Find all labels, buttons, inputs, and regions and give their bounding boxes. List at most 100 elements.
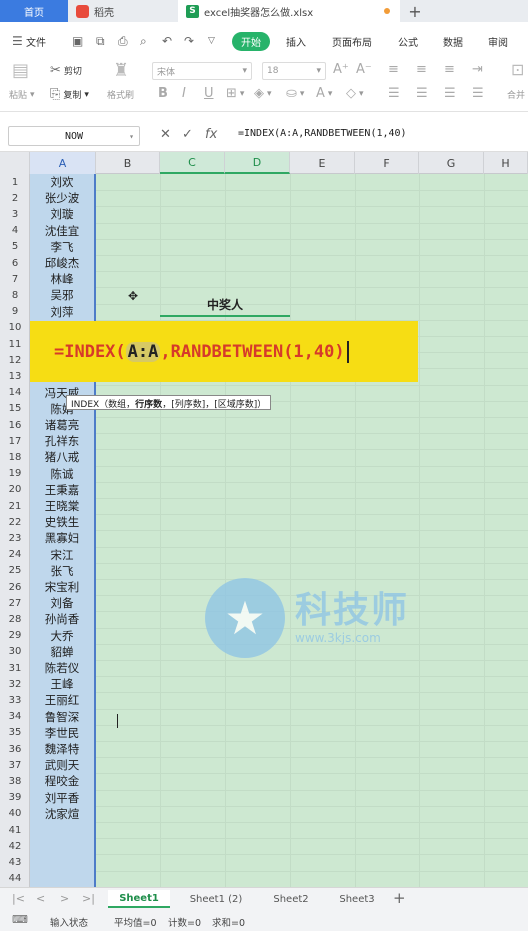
tab-insert[interactable]: 插入 [286,30,306,52]
preview-icon[interactable]: ⌕ [140,30,147,52]
font-size-select[interactable]: 18 ▾ [262,62,326,80]
sheet-tab-sheet1-2[interactable]: Sheet1 (2) [180,890,252,908]
column-header-c[interactable]: C [160,152,225,174]
font-color-icon[interactable]: A ▾ [316,86,332,101]
font-shrink-icon[interactable]: A⁻ [356,62,372,77]
tab-review[interactable]: 审阅 [488,30,508,52]
name-cell[interactable]: 张少波 [30,190,94,206]
row-header[interactable]: 18 [0,449,30,465]
name-cell[interactable]: 孔祥东 [30,433,94,449]
fill-color-icon[interactable]: ◈ ▾ [254,86,272,101]
row-header[interactable]: 29 [0,628,30,644]
row-header[interactable]: 37 [0,757,30,773]
column-header-g[interactable]: G [419,152,484,174]
column-header-b[interactable]: B [96,152,160,174]
print-icon[interactable]: ⎙ [118,30,128,52]
tab-data[interactable]: 数据 [443,30,463,52]
row-header[interactable]: 3 [0,206,30,222]
row-header[interactable]: 35 [0,725,30,741]
quick-access-dropdown-icon[interactable]: ▽ [208,30,215,52]
row-header[interactable]: 10 [0,320,30,336]
row-header[interactable]: 20 [0,482,30,498]
name-cell[interactable]: 猪八戒 [30,449,94,465]
paste-icon[interactable]: ▤ [12,60,29,81]
name-cell[interactable]: 史铁生 [30,514,94,530]
name-cell[interactable]: 张飞 [30,563,94,579]
name-cell[interactable]: 武则天 [30,757,94,773]
first-sheet-icon[interactable]: |< [12,892,25,905]
align-center-icon[interactable]: ☰ [416,86,428,101]
row-header[interactable]: 4 [0,223,30,239]
name-cell[interactable]: 林峰 [30,271,94,287]
row-header[interactable]: 26 [0,579,30,595]
sheet-tab-sheet3[interactable]: Sheet3 [328,890,386,908]
sheet-tab-sheet1[interactable]: Sheet1 [108,890,170,908]
name-cell[interactable]: 宋宝利 [30,579,94,595]
row-header[interactable]: 44 [0,871,30,887]
row-header[interactable]: 22 [0,514,30,530]
sheet-tab-sheet2[interactable]: Sheet2 [262,890,320,908]
row-header[interactable]: 38 [0,773,30,789]
row-header[interactable]: 14 [0,385,30,401]
prev-sheet-icon[interactable]: < [36,892,45,905]
row-header[interactable]: 40 [0,806,30,822]
column-a-names[interactable]: 刘欢 张少波 刘璇 沈佳宜 李飞 邱峻杰 林峰 吴邪 刘萍 冯天威 陈娟 诸葛亮 孔祥东 猪八戒 陈诚 王秉嘉… [30,174,96,887]
name-cell[interactable]: 程咬金 [30,773,94,789]
paint-bucket-icon[interactable]: ⛀ ▾ [286,86,304,101]
name-cell[interactable]: 大乔 [30,628,94,644]
row-header[interactable]: 15 [0,401,30,417]
tab-file[interactable]: S excel抽奖器怎么做.xlsx [178,0,400,22]
name-cell[interactable]: 李世民 [30,725,94,741]
name-cell[interactable]: 刘平香 [30,790,94,806]
name-box[interactable]: NOW ▾ [8,126,140,146]
align-middle-icon[interactable]: ≡ [416,62,427,77]
align-right-icon[interactable]: ☰ [444,86,456,101]
formula-input[interactable]: =INDEX(A:A,RANDBETWEEN(1,40) [238,128,407,139]
column-header-h[interactable]: H [484,152,528,174]
column-header-a[interactable]: A [30,152,96,174]
row-header[interactable]: 17 [0,433,30,449]
indent-icon[interactable]: ⇥ [472,62,483,77]
paste-button[interactable]: 粘贴 ▾ [9,88,35,102]
row-header[interactable]: 6 [0,255,30,271]
tab-docer[interactable]: 稻壳 [68,0,178,22]
name-cell[interactable]: 王峰 [30,676,94,692]
border-icon[interactable]: ⊞ ▾ [226,86,244,101]
row-header[interactable]: 21 [0,498,30,514]
row-header[interactable]: 27 [0,595,30,611]
name-cell[interactable]: 陈若仪 [30,660,94,676]
row-header[interactable]: 13 [0,368,30,384]
row-header[interactable]: 31 [0,660,30,676]
file-menu[interactable]: ☰ 文件 [12,30,46,52]
format-painter-button[interactable]: 格式刷 [107,88,134,101]
cut-button[interactable]: ✂ 剪切 [50,63,82,78]
row-header[interactable]: 28 [0,611,30,627]
tab-start[interactable]: 开始 [232,30,270,52]
name-cell[interactable]: 诸葛亮 [30,417,94,433]
select-all-corner[interactable] [0,152,30,174]
row-header[interactable]: 39 [0,790,30,806]
merge-button[interactable]: 合并 [507,88,525,101]
row-header[interactable]: 30 [0,644,30,660]
name-cell[interactable]: 孙尚香 [30,611,94,627]
name-cell[interactable]: 貂蝉 [30,644,94,660]
name-cell[interactable]: 王秉嘉 [30,482,94,498]
winner-label-cell[interactable]: 中奖人 [160,293,290,317]
formula-overlay-text[interactable]: =INDEX( A:A ,RANDBETWEEN(1,40) [54,341,349,363]
row-header[interactable]: 8 [0,287,30,303]
name-cell[interactable]: 吴邪 [30,287,94,303]
align-left-icon[interactable]: ☰ [388,86,400,101]
name-cell[interactable]: 宋江 [30,547,94,563]
macro-icon[interactable]: ⌨ [12,913,28,926]
row-header[interactable]: 11 [0,336,30,352]
justify-icon[interactable]: ☰ [472,86,484,101]
spreadsheet-grid[interactable]: A B C D E F G H 1 2 3 4 5 6 7 8 9 10 11 12 13 14 15 16 1… [0,152,528,887]
redo-icon[interactable]: ↷ [184,30,194,52]
row-header[interactable]: 32 [0,676,30,692]
name-cell[interactable]: 王晓棠 [30,498,94,514]
row-header[interactable]: 19 [0,466,30,482]
row-header[interactable]: 9 [0,304,30,320]
name-cell[interactable]: 黑寡妇 [30,530,94,546]
underline-icon[interactable]: U [204,86,214,101]
undo-icon[interactable]: ↶ [162,30,172,52]
